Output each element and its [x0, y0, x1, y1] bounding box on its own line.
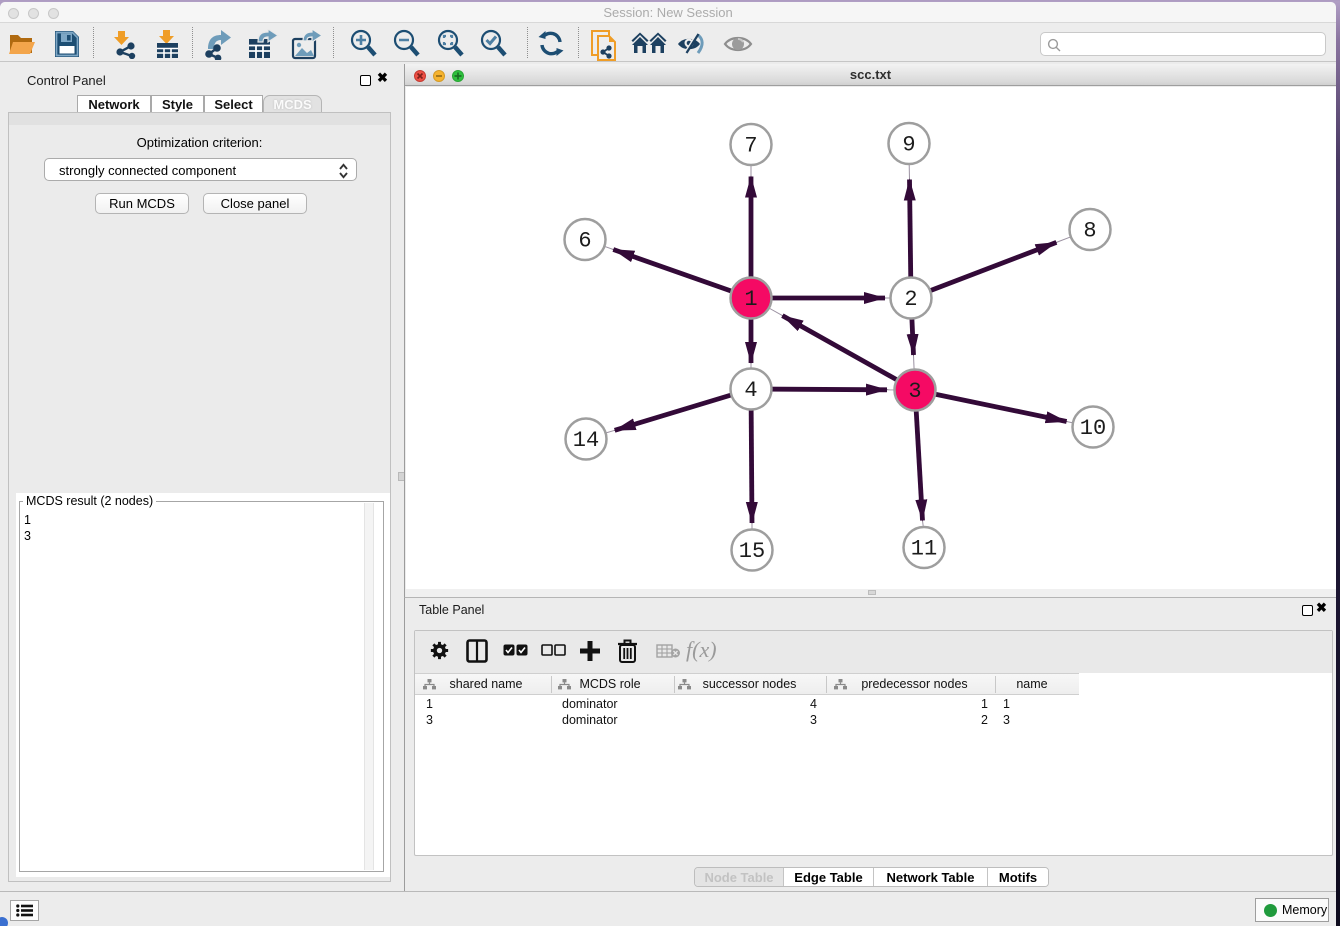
svg-text:14: 14 [573, 428, 599, 453]
svg-text:10: 10 [1080, 416, 1106, 441]
svg-text:3: 3 [908, 379, 921, 404]
svg-text:9: 9 [902, 133, 915, 158]
svg-text:11: 11 [911, 537, 937, 562]
svg-text:8: 8 [1083, 219, 1096, 244]
svg-text:7: 7 [744, 134, 757, 159]
svg-text:2: 2 [904, 287, 917, 312]
svg-text:15: 15 [739, 539, 765, 564]
svg-text:6: 6 [578, 229, 591, 254]
svg-text:1: 1 [744, 287, 757, 312]
svg-text:4: 4 [744, 378, 757, 403]
